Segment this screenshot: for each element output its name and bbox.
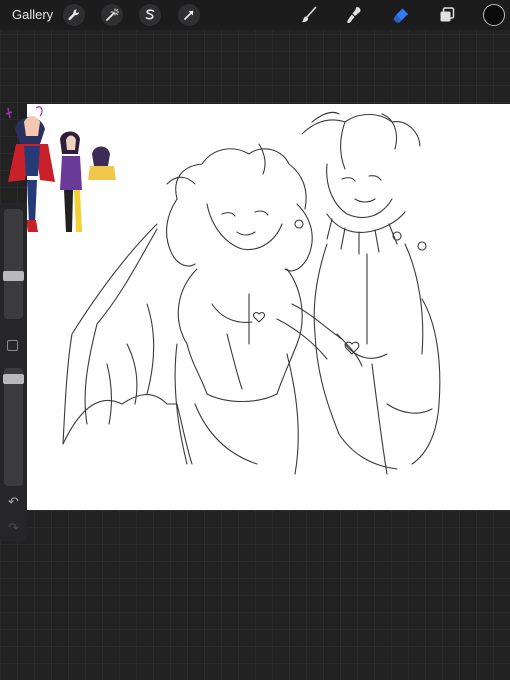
left-sidebar: ↶ ↷ <box>0 203 27 541</box>
opacity-handle[interactable] <box>3 374 24 384</box>
actions-wrench-icon[interactable] <box>63 4 85 26</box>
modify-button[interactable] <box>7 340 18 351</box>
color-picker-button[interactable] <box>483 4 505 26</box>
transform-arrow-icon[interactable] <box>178 4 200 26</box>
opacity-slider[interactable] <box>3 368 24 486</box>
smudge-icon[interactable] <box>343 4 365 26</box>
eraser-icon[interactable] <box>390 4 412 26</box>
top-toolbar: Gallery <box>0 0 510 30</box>
selection-s-icon[interactable] <box>139 4 161 26</box>
undo-icon[interactable]: ↶ <box>6 495 21 510</box>
layers-icon[interactable] <box>436 4 458 26</box>
brush-icon[interactable] <box>298 4 320 26</box>
brush-size-handle[interactable] <box>3 271 24 281</box>
gallery-button[interactable]: Gallery <box>12 7 53 22</box>
brush-size-slider[interactable] <box>3 209 24 319</box>
adjustments-wand-icon[interactable] <box>101 4 123 26</box>
redo-icon[interactable]: ↷ <box>6 521 21 536</box>
